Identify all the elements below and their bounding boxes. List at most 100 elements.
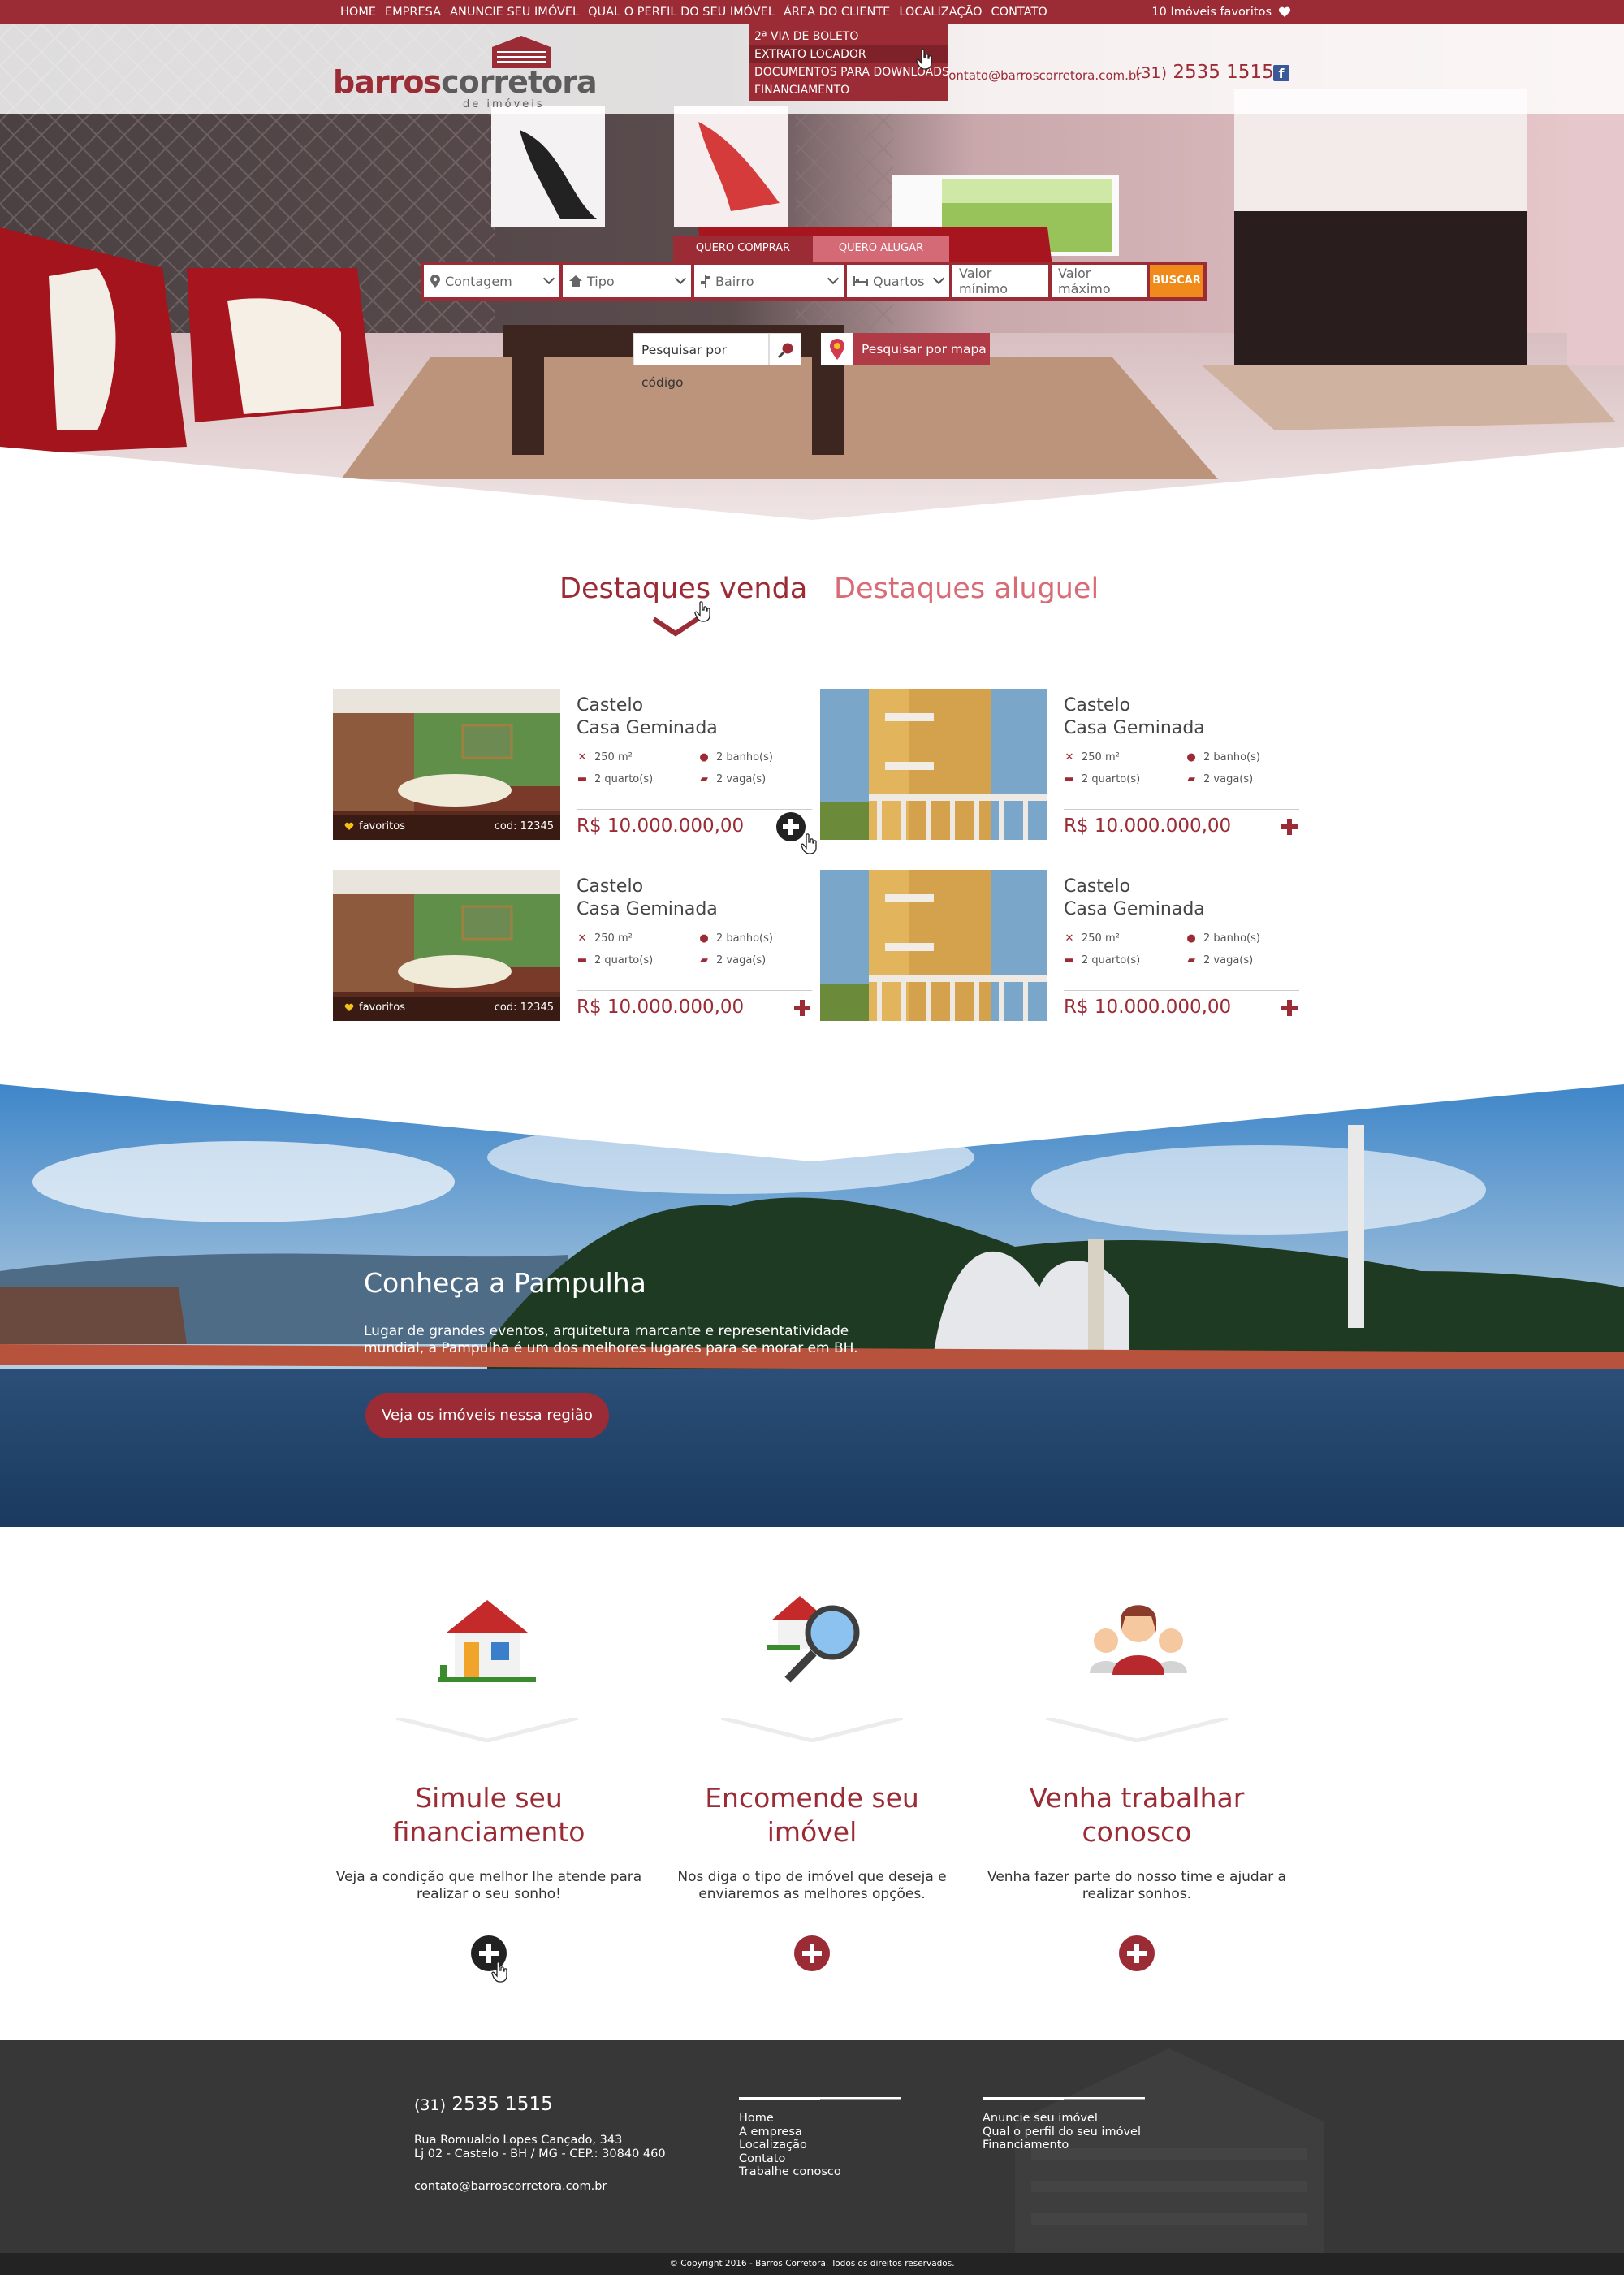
nav-localizacao[interactable]: LOCALIZAÇÃO xyxy=(899,0,982,24)
property-photo[interactable] xyxy=(820,689,1047,840)
footer-phone: (31) 2535 1515 xyxy=(414,2094,553,2115)
nav-contato[interactable]: CONTATO xyxy=(991,0,1047,24)
feature-description: Veja a condição que melhor lhe atende pa… xyxy=(335,1869,642,1902)
property-baths: 2 banho(s) xyxy=(1203,751,1260,763)
tab-quero-comprar[interactable]: QUERO COMPRAR xyxy=(673,236,813,262)
nav-area-cliente[interactable]: ÁREA DO CLIENTE xyxy=(784,0,890,24)
nav-anuncie[interactable]: ANUNCIE SEU IMÓVEL xyxy=(450,0,579,24)
footer-address-line1: Rua Romualdo Lopes Cançado, 343 xyxy=(414,2134,623,2147)
max-value-input[interactable]: Valor máximo xyxy=(1052,265,1147,297)
nav-empresa[interactable]: EMPRESA xyxy=(385,0,441,24)
footer-address: Rua Romualdo Lopes Cançado, 343 Lj 02 - … xyxy=(414,2134,666,2161)
footer-link-financiamento[interactable]: Financiamento xyxy=(983,2139,1145,2152)
logo[interactable]: barroscorretora de imóveis xyxy=(333,36,598,110)
dropdown-item-boleto[interactable]: 2ª VIA DE BOLETO xyxy=(749,28,948,45)
hand-cursor-icon xyxy=(694,601,710,622)
footer-link-empresa[interactable]: A empresa xyxy=(739,2126,901,2139)
feature-encomende: Encomende seu imóvel Nos diga o tipo de … xyxy=(658,1781,966,1984)
area-icon: ✕ xyxy=(577,751,587,763)
feature-description: Nos diga o tipo de imóvel que deseja e e… xyxy=(677,1869,947,1902)
car-icon: ▰ xyxy=(1187,773,1195,785)
pampulha-cta-button[interactable]: Veja os imóveis nessa região xyxy=(365,1393,609,1438)
hand-cursor-icon xyxy=(801,833,817,854)
divider-chevron xyxy=(721,1718,903,1742)
team-icon xyxy=(1090,1605,1187,1675)
tab-destaques-aluguel[interactable]: Destaques aluguel xyxy=(834,573,1099,605)
dropdown-item-financiamento[interactable]: FINANCIAMENTO xyxy=(749,81,948,99)
property-garage: 2 vaga(s) xyxy=(716,954,767,967)
footer-phone-prefix: (31) xyxy=(414,2096,447,2114)
map-search-button[interactable]: Pesquisar por mapa xyxy=(821,333,990,365)
header-email[interactable]: contato@barroscorretora.com.br xyxy=(942,68,1142,83)
district-select[interactable]: Bairro xyxy=(694,265,844,297)
property-photo[interactable]: favoritos cod: 12345 xyxy=(333,689,560,840)
plus-icon[interactable] xyxy=(1280,817,1299,837)
property-location: Castelo xyxy=(577,876,644,897)
heart-icon xyxy=(344,1003,354,1011)
property-photo[interactable]: favoritos cod: 12345 xyxy=(333,870,560,1021)
property-card[interactable]: Castelo Casa Geminada ✕ 250 m² ● 2 banho(s… xyxy=(820,870,1299,1021)
code-search-button[interactable] xyxy=(769,333,801,365)
nav-perfil[interactable]: QUAL O PERFIL DO SEU IMÓVEL xyxy=(588,0,775,24)
bed-icon: ▬ xyxy=(1064,954,1075,967)
map-search-label: Pesquisar por mapa xyxy=(853,333,990,365)
property-rooms: 2 quarto(s) xyxy=(1082,954,1141,967)
footer-link-contato[interactable]: Contato xyxy=(739,2152,901,2166)
footer-link-anuncie[interactable]: Anuncie seu imóvel xyxy=(983,2112,1145,2126)
footer-link-localizacao[interactable]: Localização xyxy=(739,2139,901,2152)
favorites-label: 10 Imóveis favoritos xyxy=(1151,6,1272,19)
property-card[interactable]: favoritos cod: 12345 Castelo Casa Gemina… xyxy=(333,870,812,1021)
header-phone-prefix: (31) xyxy=(1135,64,1168,82)
plus-icon[interactable] xyxy=(1119,1935,1155,1971)
hand-cursor-icon xyxy=(491,1961,508,1983)
district-value: Bairro xyxy=(715,273,754,289)
plus-icon[interactable] xyxy=(1280,998,1299,1018)
min-value-input[interactable]: Valor mínimo xyxy=(952,265,1048,297)
bed-icon xyxy=(853,276,868,286)
plus-icon[interactable] xyxy=(793,998,812,1018)
facebook-icon[interactable]: f xyxy=(1273,65,1289,81)
area-icon: ✕ xyxy=(1065,932,1074,945)
favorites-link[interactable]: 10 Imóveis favoritos xyxy=(1151,0,1291,24)
footer-links-secondary: Anuncie seu imóvel Qual o perfil do seu … xyxy=(983,2097,1145,2152)
property-card[interactable]: Castelo Casa Geminada ✕ 250 m² ● 2 banho(s… xyxy=(820,689,1299,840)
property-garage: 2 vaga(s) xyxy=(1203,773,1254,785)
city-select[interactable]: Contagem xyxy=(424,265,559,297)
property-card[interactable]: favoritos cod: 12345 Castelo Casa Gemina… xyxy=(333,689,812,841)
property-type: Casa Geminada xyxy=(577,899,718,919)
footer-address-line2: Lj 02 - Castelo - BH / MG - CEP.: 30840 … xyxy=(414,2147,666,2160)
property-area: 250 m² xyxy=(1082,932,1120,945)
property-price: R$ 10.000.000,00 xyxy=(577,997,745,1018)
feature-description: Venha fazer parte do nosso time e ajudar… xyxy=(987,1869,1286,1902)
divider-chevron xyxy=(1046,1718,1228,1742)
property-location: Castelo xyxy=(577,695,644,716)
house-search-icon xyxy=(767,1596,860,1683)
property-photo[interactable] xyxy=(820,870,1047,1021)
rooms-select[interactable]: Quartos xyxy=(847,265,949,297)
feature-title: Simule seu financiamento xyxy=(392,1782,585,1848)
area-icon: ✕ xyxy=(577,932,587,945)
property-code: cod: 12345 xyxy=(494,820,554,833)
tab-quero-alugar[interactable]: QUERO ALUGAR xyxy=(813,236,949,262)
rooms-value: Quartos xyxy=(873,273,925,289)
footer-link-home[interactable]: Home xyxy=(739,2112,901,2126)
plus-icon[interactable] xyxy=(794,1935,830,1971)
divider-chevron xyxy=(396,1718,578,1742)
min-value-placeholder: Valor mínimo xyxy=(959,266,1008,296)
footer-email[interactable]: contato@barroscorretora.com.br xyxy=(414,2180,607,2193)
type-select[interactable]: Tipo xyxy=(563,265,691,297)
footer-links-main: Home A empresa Localização Contato Traba… xyxy=(739,2097,901,2179)
tab-destaques-venda[interactable]: Destaques venda xyxy=(559,573,807,605)
footer-link-perfil[interactable]: Qual o perfil do seu imóvel xyxy=(983,2126,1145,2139)
pampulha-banner: Conheça a Pampulha Lugar de grandes even… xyxy=(0,1084,1624,1527)
type-value: Tipo xyxy=(587,273,615,289)
chevron-down-icon xyxy=(827,272,840,285)
location-pin-icon xyxy=(430,275,440,288)
feature-title: Encomende seu imóvel xyxy=(705,1782,919,1848)
car-icon: ▰ xyxy=(1187,954,1195,967)
search-button[interactable]: BUSCAR xyxy=(1150,265,1203,297)
logo-subtitle: de imóveis xyxy=(463,98,545,110)
footer-link-trabalhe[interactable]: Trabalhe conosco xyxy=(739,2165,901,2179)
nav-home[interactable]: HOME xyxy=(340,0,376,24)
code-search-input[interactable]: Pesquisar por código xyxy=(633,333,769,390)
